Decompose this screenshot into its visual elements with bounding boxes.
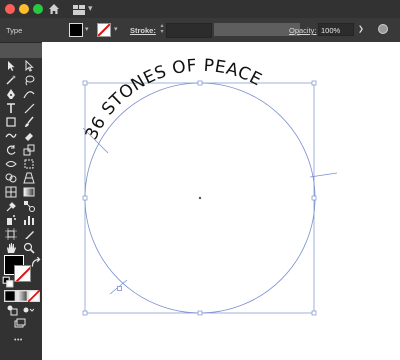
center-point bbox=[198, 196, 202, 200]
draw-mode-dropdown-icon[interactable] bbox=[22, 304, 34, 316]
blend-tool-icon[interactable] bbox=[23, 200, 35, 212]
home-icon[interactable] bbox=[47, 2, 61, 16]
tools-panel: ••• bbox=[0, 58, 42, 360]
paintbrush-tool-icon[interactable] bbox=[23, 116, 35, 128]
rectangle-tool-icon[interactable] bbox=[5, 116, 17, 128]
stroke-weight-field[interactable] bbox=[166, 23, 212, 38]
rotate-tool-icon[interactable] bbox=[5, 144, 17, 156]
variable-width-profile-dropdown[interactable] bbox=[214, 23, 300, 36]
mesh-tool-icon[interactable] bbox=[5, 186, 17, 198]
artboard-tool-icon[interactable] bbox=[5, 228, 17, 240]
draw-mode-icon[interactable] bbox=[6, 304, 18, 316]
selection-tool-icon[interactable] bbox=[5, 60, 17, 72]
eyedropper-tool-icon[interactable] bbox=[5, 200, 17, 212]
artboard-canvas[interactable]: 36 STONES OF PEACE bbox=[42, 42, 400, 360]
zoom-tool-icon[interactable] bbox=[23, 242, 35, 254]
stroke-dropdown-chevron-icon[interactable]: ▾ bbox=[114, 25, 118, 33]
perspective-grid-tool-icon[interactable] bbox=[23, 172, 35, 184]
opacity-label[interactable]: Opacity: bbox=[289, 26, 317, 35]
curvature-tool-icon[interactable] bbox=[23, 88, 35, 100]
free-transform-tool-icon[interactable] bbox=[23, 158, 35, 170]
scale-tool-icon[interactable] bbox=[23, 144, 35, 156]
direct-selection-tool-icon[interactable] bbox=[23, 60, 35, 72]
selection-mode-label: Type bbox=[6, 26, 23, 35]
shaper-tool-icon[interactable] bbox=[5, 130, 17, 142]
color-mode-icon[interactable] bbox=[4, 290, 16, 302]
zoom-window-button[interactable] bbox=[33, 4, 43, 14]
width-tool-icon[interactable] bbox=[5, 158, 17, 170]
fill-swatch[interactable] bbox=[69, 23, 83, 37]
stroke-weight-stepper[interactable]: ▴ ▾ bbox=[158, 23, 166, 36]
opacity-chevron-icon[interactable]: ❯ bbox=[358, 25, 364, 33]
lasso-tool-icon[interactable] bbox=[23, 74, 35, 86]
minimize-window-button[interactable] bbox=[19, 4, 29, 14]
hand-tool-icon[interactable] bbox=[5, 242, 17, 254]
close-window-button[interactable] bbox=[5, 4, 15, 14]
gradient-tool-icon[interactable] bbox=[23, 186, 35, 198]
symbol-sprayer-tool-icon[interactable] bbox=[5, 214, 17, 226]
line-tool-icon[interactable] bbox=[23, 102, 35, 114]
gradient-mode-icon[interactable] bbox=[16, 290, 28, 302]
fill-dropdown-chevron-icon[interactable]: ▾ bbox=[85, 25, 89, 33]
control-bar: Type ▾ ▾ Stroke: ▴ ▾ Opacity: 100% ❯ bbox=[0, 18, 400, 43]
stroke-color-box[interactable] bbox=[14, 265, 31, 282]
shape-builder-tool-icon[interactable] bbox=[5, 172, 17, 184]
type-tool-icon[interactable] bbox=[5, 102, 17, 114]
path-text[interactable]: 36 STONES OF PEACE bbox=[82, 56, 265, 143]
magic-wand-tool-icon[interactable] bbox=[5, 74, 17, 86]
pen-tool-icon[interactable] bbox=[5, 88, 17, 100]
recolor-artwork-icon[interactable] bbox=[378, 24, 388, 34]
slice-tool-icon[interactable] bbox=[23, 228, 35, 240]
eraser-tool-icon[interactable] bbox=[23, 130, 35, 142]
none-mode-icon[interactable] bbox=[28, 290, 40, 302]
stroke-swatch[interactable] bbox=[97, 23, 111, 37]
edit-toolbar-button[interactable]: ••• bbox=[14, 337, 23, 344]
title-bar: ▾ bbox=[0, 0, 400, 18]
swap-fill-stroke-icon[interactable] bbox=[30, 257, 41, 267]
screen-mode-icon[interactable] bbox=[14, 318, 26, 330]
opacity-field[interactable]: 100% bbox=[318, 23, 354, 36]
column-graph-tool-icon[interactable] bbox=[23, 214, 35, 226]
stroke-label[interactable]: Stroke: bbox=[130, 26, 156, 35]
workspace-chevron-icon[interactable]: ▾ bbox=[88, 3, 93, 14]
path-type-brackets[interactable] bbox=[82, 127, 338, 295]
default-fill-stroke-icon[interactable] bbox=[2, 276, 14, 288]
